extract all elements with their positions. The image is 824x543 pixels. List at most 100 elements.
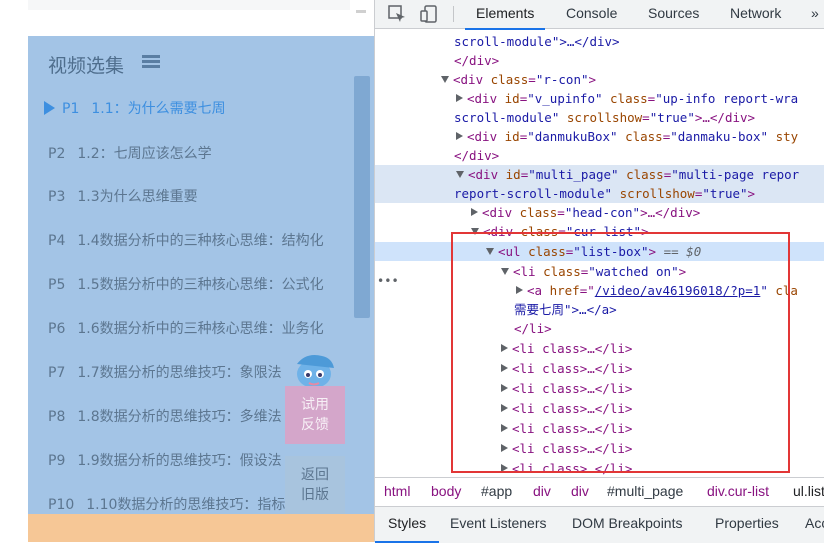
expand-arrow-icon[interactable] <box>471 228 479 235</box>
dom-line[interactable]: </li> <box>375 319 824 338</box>
dom-attr: class <box>519 205 558 220</box>
episode-item[interactable]: P6 1.6数据分析中的三种核心思维：业务化 <box>48 318 324 338</box>
dom-line[interactable]: </div> <box>375 146 824 165</box>
episode-item[interactable]: P3 1.3为什么思维重要 <box>48 186 198 206</box>
dom-value: "up-info report-wra <box>655 91 799 106</box>
dom-line[interactable]: 需要七周">…</a> <box>375 300 824 319</box>
dom-line[interactable]: <div class="head-con">…</div> <box>375 203 824 222</box>
dom-attr: class <box>610 91 648 106</box>
expand-arrow-icon[interactable] <box>501 424 508 432</box>
episode-num: P5 <box>48 277 66 293</box>
dom-value: "true" <box>649 110 695 125</box>
breadcrumb-item[interactable]: body <box>431 483 461 499</box>
dom-tag: >…</div> <box>694 110 756 125</box>
tab-console[interactable]: Console <box>566 0 617 28</box>
inspect-element-icon[interactable] <box>387 4 407 24</box>
dom-line[interactable]: <li class>…</li> <box>375 419 824 438</box>
expand-arrow-icon[interactable] <box>501 364 508 372</box>
tab-event-listeners[interactable]: Event Listeners <box>450 507 547 541</box>
dom-line[interactable]: <div id="multi_page" class="multi-page r… <box>375 165 824 184</box>
dom-line[interactable]: <div class="cur-list"> <box>375 222 824 241</box>
dom-line[interactable]: report-scroll-module" scrollshow="true"> <box>375 184 824 203</box>
more-options-icon[interactable]: ••• <box>377 274 399 288</box>
dom-tag: <div <box>468 167 506 182</box>
dom-attr: class <box>528 244 566 259</box>
expand-arrow-icon[interactable] <box>501 268 509 275</box>
dom-line-selected[interactable]: <ul class="list-box"> == $0 <box>375 242 824 261</box>
expand-arrow-icon[interactable] <box>456 94 463 102</box>
expand-arrow-icon[interactable] <box>441 76 449 83</box>
dom-line[interactable]: scroll-module" scrollshow="true">…</div> <box>375 108 824 127</box>
dom-attr: class <box>520 224 559 239</box>
dom-value: "danmaku-box" <box>670 129 769 144</box>
episode-title: 1.5数据分析中的三种核心思维：公式化 <box>77 277 324 293</box>
dom-line[interactable]: <div class="r-con"> <box>375 70 824 89</box>
episode-item[interactable]: P9 1.9数据分析的思维技巧：假设法 <box>48 450 282 470</box>
episode-item[interactable]: P10 1.10数据分析的思维技巧：指标法 <box>48 494 299 514</box>
tab-styles[interactable]: Styles <box>375 507 440 543</box>
episode-num: P4 <box>48 233 66 249</box>
breadcrumb-item[interactable]: #multi_page <box>607 483 683 499</box>
tab-elements[interactable]: Elements <box>465 0 546 30</box>
list-icon[interactable] <box>142 55 160 69</box>
dom-tag: <ul <box>498 244 529 259</box>
breadcrumb-item[interactable]: ul.list <box>793 483 824 499</box>
dom-text: scroll-module">…</div> <box>454 34 620 49</box>
tab-accessibility[interactable]: Acc <box>805 507 824 541</box>
expand-arrow-icon[interactable] <box>501 404 508 412</box>
feedback-label-1: 试用 <box>301 397 329 413</box>
episode-item[interactable]: P1 1.1：为什么需要七周 <box>44 98 226 118</box>
dom-line[interactable]: <li class>…</li> <box>375 339 824 358</box>
expand-arrow-icon[interactable] <box>486 248 494 255</box>
expand-arrow-icon[interactable] <box>501 384 508 392</box>
breadcrumb-item[interactable]: div <box>571 483 589 499</box>
dom-line[interactable]: <li class>…</li> <box>375 459 824 475</box>
old-version-button[interactable]: 返回 旧版 <box>285 456 345 514</box>
dom-line[interactable]: <li class>…</li> <box>375 399 824 418</box>
expand-arrow-icon[interactable] <box>501 464 508 472</box>
tab-properties[interactable]: Properties <box>715 507 779 541</box>
episode-item[interactable]: P7 1.7数据分析的思维技巧：象限法 <box>48 362 282 382</box>
device-toolbar-icon[interactable] <box>419 4 439 24</box>
breadcrumb-item[interactable]: div.cur-list <box>707 483 769 499</box>
expand-arrow-icon[interactable] <box>456 171 464 178</box>
expand-arrow-icon[interactable] <box>501 444 508 452</box>
tab-network[interactable]: Network <box>730 0 781 28</box>
dom-value: "danmukuBox" <box>527 129 618 144</box>
dom-value: "v_upinfo" <box>527 91 603 106</box>
episode-item[interactable]: P8 1.8数据分析的思维技巧：多维法 <box>48 406 282 426</box>
dom-tag: > <box>678 264 687 279</box>
episode-title: 1.10数据分析的思维技巧：指标法 <box>86 497 300 513</box>
tab-sources[interactable]: Sources <box>648 0 699 28</box>
breadcrumb-item[interactable]: div <box>533 483 551 499</box>
dom-line[interactable]: scroll-module">…</div> <box>375 32 824 51</box>
dom-line[interactable]: <li class>…</li> <box>375 359 824 378</box>
episode-item[interactable]: P4 1.4数据分析中的三种核心思维：结构化 <box>48 230 324 250</box>
breadcrumb-item[interactable]: #app <box>481 483 512 499</box>
dom-line[interactable]: <div id="danmukuBox" class="danmaku-box"… <box>375 127 824 146</box>
dom-attr: class <box>490 72 529 87</box>
tab-dom-breakpoints[interactable]: DOM Breakpoints <box>572 507 682 541</box>
dom-line[interactable]: <li class>…</li> <box>375 439 824 458</box>
dom-link[interactable]: /video/av46196018/?p=1 <box>595 283 761 298</box>
dom-tag: <div <box>467 129 505 144</box>
expand-arrow-icon[interactable] <box>471 208 478 216</box>
dom-line[interactable]: <li class>…</li> <box>375 379 824 398</box>
more-tabs-button[interactable]: » <box>811 0 819 28</box>
dom-line[interactable]: <div id="v_upinfo" class="up-info report… <box>375 89 824 108</box>
dom-line[interactable]: </div> <box>375 51 824 70</box>
top-strip <box>28 0 374 10</box>
breadcrumb-item[interactable]: html <box>384 483 410 499</box>
episode-item[interactable]: P2 1.2：七周应该怎么学 <box>48 143 212 163</box>
devtools-tabbar: Elements Console Sources Network » <box>375 0 824 30</box>
dom-line[interactable]: <a href="/video/av46196018/?p=1" cla <box>375 281 824 300</box>
expand-arrow-icon[interactable] <box>516 286 523 294</box>
expand-arrow-icon[interactable] <box>501 344 508 352</box>
expand-arrow-icon[interactable] <box>456 132 463 140</box>
episode-item[interactable]: P5 1.5数据分析中的三种核心思维：公式化 <box>48 274 324 294</box>
scrollbar-thumb[interactable] <box>354 76 370 318</box>
dom-line[interactable]: <li class="watched on"> <box>375 262 824 281</box>
play-icon <box>44 101 55 115</box>
episode-num: P7 <box>48 365 66 381</box>
feedback-button[interactable]: 试用 反馈 <box>285 386 345 444</box>
